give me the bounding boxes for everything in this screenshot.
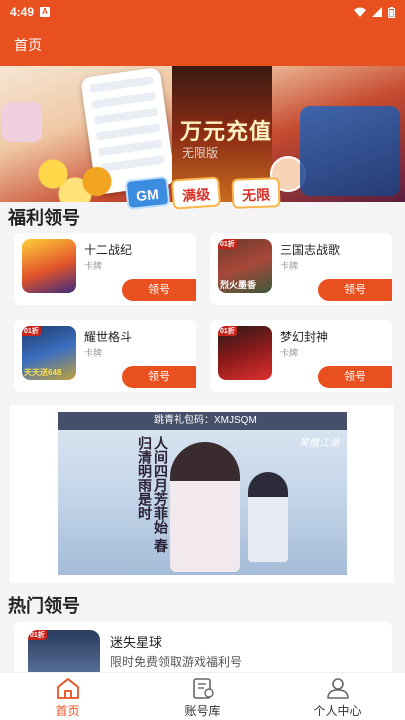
game-name: 梦幻封神: [280, 330, 329, 344]
ad-poem: 人间四月芳菲始 春归清明雨是时: [136, 436, 168, 553]
game-name: 耀世格斗: [84, 330, 133, 344]
claim-button[interactable]: 领号: [318, 366, 392, 388]
banner-title: 万元充值: [180, 119, 273, 144]
game-name: 十二战纪: [84, 243, 133, 257]
game-card[interactable]: 01折 梦幻封神 卡牌 领号: [210, 320, 392, 392]
hot-game-card[interactable]: 01折 迷失星球 限时免费领取游戏福利号: [14, 622, 392, 674]
banner-gift-box: [300, 106, 400, 196]
game-name: 三国志战歌: [280, 243, 341, 257]
tab-account-library[interactable]: 账号库: [135, 673, 270, 720]
signal-icon: [372, 7, 382, 17]
gift-code-text: 跳青礼包码：XMJSQM: [58, 412, 347, 430]
ad-banner[interactable]: 跳青礼包码：XMJSQM 人间四月芳菲始 春归清明雨是时 笑傲江湖: [10, 405, 394, 583]
game-card[interactable]: 01折 烈火墨香 三国志战歌 卡牌 领号: [210, 233, 392, 305]
game-icon: 01折 天天送648: [22, 326, 76, 380]
banner-decoration: [2, 102, 42, 142]
bottom-tab-bar: 首页 账号库 个人中心: [0, 672, 405, 720]
game-card[interactable]: 十二战纪 卡牌 领号: [14, 233, 196, 305]
discount-badge: 01折: [28, 630, 47, 640]
home-icon: [56, 678, 79, 699]
status-icons: [354, 6, 395, 18]
person-icon: [326, 678, 349, 699]
tab-home[interactable]: 首页: [0, 673, 135, 720]
banner-subtitle: 无限版: [182, 146, 219, 160]
status-bar: 4:49 A: [0, 0, 405, 24]
game-category: 卡牌: [84, 348, 103, 358]
game-icon: [22, 239, 76, 293]
welfare-section-title: 福利领号: [8, 208, 80, 228]
wifi-icon: [354, 7, 366, 17]
banner-tag-gm: GM: [124, 175, 171, 211]
banner-tag-unlimited: 无限: [231, 177, 281, 209]
tab-label: 个人中心: [313, 704, 362, 718]
ad-character: [170, 442, 240, 572]
game-category: 卡牌: [280, 348, 299, 358]
game-description: 限时免费领取游戏福利号: [110, 655, 243, 669]
discount-badge: 01折: [218, 239, 237, 249]
notification-icon: A: [40, 7, 51, 17]
claim-button[interactable]: 领号: [318, 279, 392, 301]
battery-icon: [388, 6, 395, 18]
account-library-icon: [192, 678, 214, 699]
claim-button[interactable]: 领号: [122, 279, 196, 301]
page-title: 首页: [14, 37, 42, 53]
claim-button[interactable]: 领号: [122, 366, 196, 388]
ad-character-secondary: [248, 472, 288, 562]
banner-coins-graphic: [20, 154, 130, 202]
game-icon: 01折: [28, 630, 100, 674]
banner-tag-level: 满级: [171, 176, 221, 210]
status-time: 4:49: [10, 5, 35, 19]
ad-logo: 笑傲江湖: [299, 438, 339, 449]
tab-label: 账号库: [184, 704, 221, 718]
game-icon: 01折: [218, 326, 272, 380]
game-card[interactable]: 01折 天天送648 耀世格斗 卡牌 领号: [14, 320, 196, 392]
discount-badge: 01折: [218, 326, 237, 336]
icon-caption: 天天送648: [24, 368, 62, 377]
tab-personal-center[interactable]: 个人中心: [270, 673, 405, 720]
game-name: 迷失星球: [110, 635, 163, 650]
icon-caption: 烈火墨香: [220, 280, 257, 290]
game-category: 卡牌: [280, 261, 299, 271]
app-bar: 首页: [0, 24, 405, 66]
ad-artwork: 跳青礼包码：XMJSQM 人间四月芳菲始 春归清明雨是时 笑傲江湖: [58, 412, 347, 575]
game-category: 卡牌: [84, 261, 103, 271]
hot-section-title: 热门领号: [8, 596, 80, 616]
tab-label: 首页: [55, 704, 80, 718]
game-icon: 01折 烈火墨香: [218, 239, 272, 293]
discount-badge: 01折: [22, 326, 41, 336]
